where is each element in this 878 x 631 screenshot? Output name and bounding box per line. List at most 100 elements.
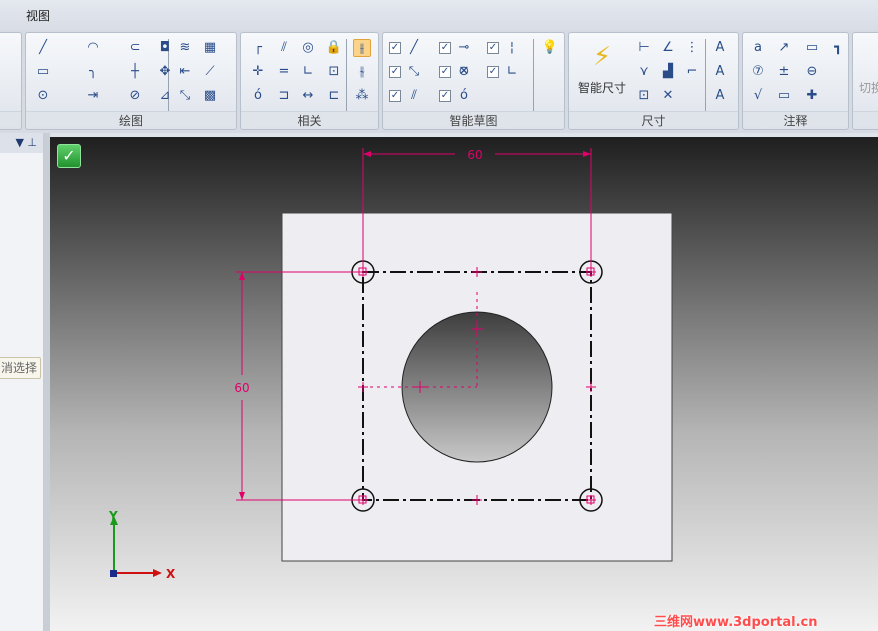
angular-coordinate-icon[interactable]: ⋮ (683, 39, 701, 57)
rectangle-icon[interactable]: ▭ (34, 63, 52, 81)
parallel-icon[interactable]: ⫽ (275, 39, 293, 57)
checkbox-intersection[interactable]: ✓ (389, 66, 401, 78)
rigid-set-icon[interactable]: ⊡ (325, 63, 343, 81)
menu-bar: 视图 (0, 0, 878, 30)
mirror-icon[interactable]: ⊿ (156, 87, 174, 105)
curve-offset-icon[interactable]: ⊂ (126, 39, 144, 57)
endpoint-icon[interactable]: ╱ (405, 39, 423, 57)
offset-curve-icon[interactable]: ⟋ (201, 63, 219, 81)
text-larger-icon[interactable]: A (711, 63, 729, 81)
weld-icon[interactable]: ✚ (803, 87, 821, 105)
pathfinder-panel: ▼ ⊥ 消选择 (0, 133, 44, 631)
midpoint-icon[interactable]: ⊸ (455, 39, 473, 57)
smart-dimension-icon: ⚡ (592, 42, 612, 72)
split-icon[interactable]: ⊘ (126, 87, 144, 105)
connect-icon[interactable]: ✛ (249, 63, 267, 81)
ribbon-group-annotation: 注释 a ↗ ▭ ┓ ⑦ ± ⊖ √ ▭ ✚ (742, 32, 849, 130)
edge-condition-icon[interactable]: ▭ (775, 87, 793, 105)
checkbox-midpoint[interactable]: ✓ (439, 42, 451, 54)
equal-icon[interactable]: = (275, 63, 293, 81)
concentric-icon[interactable]: ◎ (299, 39, 317, 57)
right-angle-icon[interactable]: ∟ (299, 63, 317, 81)
angle-between-icon[interactable]: ∠ (659, 39, 677, 57)
watermark: 三维网www.3dportal.cn (654, 615, 818, 630)
wrap-icon[interactable]: ≋ (176, 39, 194, 57)
text-smaller-icon[interactable]: A (711, 87, 729, 105)
maintain-relations-icon[interactable]: ⫳ (353, 63, 371, 81)
panel-dropdown-icon[interactable]: ▼ (15, 136, 23, 149)
checkbox-cross[interactable]: ✓ (439, 66, 451, 78)
trim-icon[interactable]: ┼ (126, 63, 144, 81)
circle-icon[interactable]: ⊙ (34, 87, 52, 105)
checkbox-tangent-point[interactable]: ✓ (487, 66, 499, 78)
extend-icon[interactable]: ⇥ (84, 87, 102, 105)
ribbon-group-draw: 绘图 ╱ ◠ ⊂ ◘ ▭ ╮ ┼ ✥ ⊙ ⇥ ⊘ ⊿ ≋ ⇤ ⤡ ▦ ⟋ ▩ (25, 32, 237, 130)
ribbon-group-partial-left (0, 32, 22, 130)
checkbox-perpendicular-point[interactable]: ✓ (389, 90, 401, 102)
group-label-annotation: 注释 (743, 111, 848, 128)
symmetric-icon[interactable]: ⊐ (275, 87, 293, 105)
fill-pattern-icon[interactable]: ▩ (201, 87, 219, 105)
axis-y-label: Y (108, 509, 118, 523)
axis-x-label: X (166, 567, 176, 581)
parallel-point-icon[interactable]: ó (455, 87, 473, 105)
datum-target-icon[interactable]: ⊖ (803, 63, 821, 81)
distance-icon[interactable]: ⇤ (176, 63, 194, 81)
tangent-icon[interactable]: ó (249, 87, 267, 105)
perpendicular-icon[interactable]: ┌ (249, 39, 267, 57)
fill-region-icon[interactable]: ◘ (156, 39, 174, 57)
dim-style-icon[interactable]: A (711, 39, 729, 57)
intersection-icon[interactable]: ⤡ (405, 63, 423, 81)
checkbox-parallel-point[interactable]: ✓ (439, 90, 451, 102)
horizontal-vertical-icon[interactable]: ↔ (299, 87, 317, 105)
balloon-icon[interactable]: ⑦ (749, 63, 767, 81)
group-label-draw: 绘图 (26, 111, 236, 128)
menu-view[interactable]: 视图 (26, 7, 50, 24)
datum-frame-icon[interactable]: ± (775, 63, 793, 81)
sketch-svg: 60 60 Y X (108, 148, 673, 581)
tangent-point-icon[interactable]: ∟ (503, 63, 521, 81)
vertical-icon[interactable]: ¦ (503, 39, 521, 57)
coordinate-set-icon[interactable]: ⌐ (683, 63, 701, 81)
panel-header: ▼ ⊥ (0, 133, 43, 153)
ribbon-group-switch: 切换 (852, 32, 878, 130)
relation-assistant-icon[interactable]: ⁂ (353, 87, 371, 105)
checkbox-endpoint[interactable]: ✓ (389, 42, 401, 54)
dimension-horizontal[interactable]: 60 (467, 148, 482, 162)
callout-icon[interactable]: a (749, 39, 767, 57)
fillet-icon[interactable]: ╮ (84, 63, 102, 81)
line-icon[interactable]: ╱ (34, 39, 52, 57)
cross-icon[interactable]: ✕ (455, 63, 473, 81)
surface-texture-icon[interactable]: √ (749, 87, 767, 105)
group-label-smartsketch: 智能草图 (383, 111, 564, 128)
dim-axis-icon[interactable]: ✕ (659, 87, 677, 105)
include-icon[interactable]: ⤡ (176, 87, 194, 105)
lock-icon[interactable]: 🔒 (325, 39, 343, 57)
coordinate-axes: Y X (108, 509, 176, 581)
perpendicular-point-icon[interactable]: ⫽ (405, 87, 423, 105)
cancel-selection-button[interactable]: 消选择 (0, 357, 41, 379)
table-edit-icon[interactable]: ▦ (201, 39, 219, 57)
distance-between-icon[interactable]: ⊢ (635, 39, 653, 57)
move-icon[interactable]: ✥ (156, 63, 174, 81)
symmetry-axis-icon[interactable]: ⊏ (325, 87, 343, 105)
symmetric-diameter-icon[interactable]: ⋎ (635, 63, 653, 81)
group-label-relate: 相关 (241, 111, 378, 128)
coordinate-dim-icon[interactable]: ⊡ (635, 87, 653, 105)
leader-icon[interactable]: ↗ (775, 39, 793, 57)
dimension-vertical[interactable]: 60 (234, 381, 249, 395)
checkbox-vertical[interactable]: ✓ (487, 42, 499, 54)
feature-control-frame-icon[interactable]: ▭ (803, 39, 821, 57)
connector-icon[interactable]: ┓ (829, 39, 847, 57)
switch-window-button[interactable]: 切换 (859, 79, 878, 96)
pin-icon[interactable]: ⊥ (27, 136, 37, 149)
relation-handle-icon[interactable]: ⫲ (353, 39, 371, 57)
ribbon: 绘图 ╱ ◠ ⊂ ◘ ▭ ╮ ┼ ✥ ⊙ ⇥ ⊘ ⊿ ≋ ⇤ ⤡ ▦ ⟋ ▩ 相关 ┌ ⫽ ◎ 🔒 ✛ = ∟ ⊡ ó ⊐ ↔ ⊏ ⫲ ⫳ ⁂ 智… (0, 30, 878, 133)
chamfer-dim-icon[interactable]: ▟ (659, 63, 677, 81)
drawing-canvas[interactable]: ✓ 60 60 Y X (50, 137, 878, 631)
arc-icon[interactable]: ◠ (84, 39, 102, 57)
smartsketch-options-icon[interactable]: 💡 (541, 39, 559, 57)
smart-dimension-button[interactable]: ⚡ 智能尺寸 (575, 37, 629, 107)
ribbon-group-smartsketch: 智能草图╱✓⊸✓⤡✓⊙✓✕✓⫽✓¦✓∟✓ó✓💡 (382, 32, 565, 130)
ribbon-group-relate: 相关 ┌ ⫽ ◎ 🔒 ✛ = ∟ ⊡ ó ⊐ ↔ ⊏ ⫲ ⫳ ⁂ (240, 32, 379, 130)
